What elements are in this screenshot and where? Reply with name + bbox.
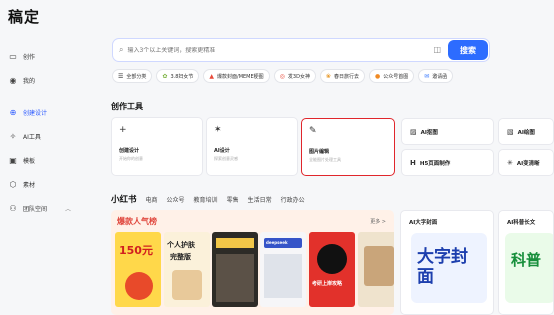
tool-card-h5[interactable]: H H5页面制作 xyxy=(401,149,494,176)
tab-daily-life[interactable]: 生活日常 xyxy=(248,195,272,204)
orange-icon: ● xyxy=(375,72,381,80)
envelope-icon: ✉ xyxy=(424,72,430,80)
tab-wechat[interactable]: 公众号 xyxy=(167,195,185,204)
sidebar-item-new-design[interactable]: ⊕ 创建设计 xyxy=(0,100,96,124)
menu-icon: ☰ xyxy=(118,72,124,80)
chip-3d-goddess[interactable]: ◎ 发3D女神 xyxy=(273,69,316,83)
photo-grid xyxy=(216,254,254,302)
sparkle-icon: ✳ xyxy=(507,158,513,167)
plus-icon: + xyxy=(119,125,127,135)
search-button[interactable]: 搜索 xyxy=(448,40,488,60)
cutout-icon: ▨ xyxy=(410,127,417,136)
tool-card-ai-enhance[interactable]: ✳ AI变清晰 xyxy=(498,149,554,176)
tab-office[interactable]: 行政办公 xyxy=(281,195,305,204)
title-strip xyxy=(216,238,254,248)
character-illustration xyxy=(125,272,153,300)
sidebar-item-materials[interactable]: ⬡ 素材 xyxy=(0,172,96,196)
sidebar-item-label: AI工具 xyxy=(23,133,41,141)
chip-meme-cover[interactable]: ▲ 爆款封面/MEME梗图 xyxy=(203,69,270,83)
template-icon: ▣ xyxy=(9,155,17,165)
cat-illustration xyxy=(317,244,347,274)
tool-card-ai-draw[interactable]: ▧ AI绘图 xyxy=(498,118,554,145)
user-icon: ◉ xyxy=(9,75,17,85)
ai-icon: ✧ xyxy=(9,131,17,141)
template-thumbnail[interactable]: 150元 xyxy=(115,232,161,307)
photo-block xyxy=(364,246,394,286)
flower-icon: ✿ xyxy=(162,72,168,80)
sidebar-item-label: 模板 xyxy=(23,157,36,165)
sidebar: ▭ 创作 ◉ 我的 ⊕ 创建设计 ✧ AI工具 ▣ 模板 ⬡ 素材 ⚇ 团队空间… xyxy=(0,44,96,220)
template-thumbnail[interactable]: 考研上岸攻略 xyxy=(309,232,355,307)
category-tabs: 小红书 电商 公众号 教育培训 零售 生活日常 行政办公 xyxy=(111,193,305,205)
content-block xyxy=(264,254,302,298)
tab-education[interactable]: 教育培训 xyxy=(194,195,218,204)
sidebar-item-label: 创建设计 xyxy=(23,109,48,117)
template-thumbnail[interactable]: 个人护肤 完整版 xyxy=(164,232,210,307)
sidebar-item-label: 创作 xyxy=(23,53,36,61)
target-icon: ◎ xyxy=(279,72,285,80)
paint-icon: ▧ xyxy=(507,127,514,136)
product-photo xyxy=(172,270,202,300)
sidebar-item-team-space[interactable]: ⚇ 团队空间 ︿ xyxy=(0,196,96,220)
tool-card-ai-design[interactable]: ✶ AI设计 探索创意灵感 xyxy=(206,117,298,176)
sidebar-item-create[interactable]: ▭ 创作 xyxy=(0,44,96,68)
ai-big-text-cover-card[interactable]: AI大字封面 大字封面 xyxy=(400,210,494,315)
sidebar-item-ai-tools[interactable]: ✧ AI工具 xyxy=(0,124,96,148)
magic-edit-icon: ✎ xyxy=(309,126,317,136)
ai-science-article-card[interactable]: AI科普长文 科普 xyxy=(498,210,554,315)
chip-womens-day[interactable]: ✿ 3.8妇女节 xyxy=(156,69,200,83)
chevron-up-icon: ︿ xyxy=(65,205,72,213)
tab-retail[interactable]: 零售 xyxy=(227,195,239,204)
team-icon: ⚇ xyxy=(9,203,17,213)
section-title-create-tools: 创作工具 xyxy=(111,102,143,111)
sidebar-item-label: 团队空间 xyxy=(23,205,48,213)
tab-ecommerce[interactable]: 电商 xyxy=(146,195,158,204)
chip-all-categories[interactable]: ☰ 全部分类 xyxy=(112,69,153,83)
material-icon: ⬡ xyxy=(9,179,17,189)
quick-tags: ☰ 全部分类 ✿ 3.8妇女节 ▲ 爆款封面/MEME梗图 ◎ 发3D女神 ❀ 春日旅行去… xyxy=(112,69,454,83)
tool-card-ai-cutout[interactable]: ▨ AI抠图 xyxy=(401,118,494,145)
more-link[interactable]: 更多 > xyxy=(370,218,386,225)
tool-card-create-design[interactable]: + 创建设计 开始你的创意 xyxy=(111,117,203,176)
sidebar-item-templates[interactable]: ▣ 模板 xyxy=(0,148,96,172)
leaf-icon: ❀ xyxy=(325,72,331,80)
app-logo[interactable]: 稿定 xyxy=(8,6,40,27)
chip-spring-travel[interactable]: ❀ 春日旅行去 xyxy=(319,69,365,83)
hot-ranking-banner[interactable]: 爆款人气榜 更多 > 150元 个人护肤 完整版 deepseek 考研上岸攻略 xyxy=(111,210,394,315)
search-icon: ⌕ xyxy=(119,45,124,54)
template-thumbnail[interactable] xyxy=(358,232,394,307)
template-thumbnail[interactable] xyxy=(212,232,258,307)
fire-icon: ▲ xyxy=(209,72,215,80)
banner-title: 爆款人气榜 xyxy=(117,217,157,226)
magic-wand-icon: ✶ xyxy=(214,125,222,135)
chip-wechat-cover[interactable]: ● 公众号首图 xyxy=(369,69,415,83)
chip-invitation[interactable]: ✉ 邀请函 xyxy=(418,69,454,83)
tool-card-image-edit[interactable]: ✎ 图片编辑 全能图片处理工具 xyxy=(301,118,395,176)
search-input[interactable] xyxy=(127,46,428,54)
h5-icon: H xyxy=(410,158,416,167)
sidebar-item-label: 我的 xyxy=(23,77,36,85)
search-bar: ⌕ ◫ 搜索 xyxy=(112,38,490,62)
template-thumbnail[interactable]: deepseek xyxy=(260,232,306,307)
tab-xiaohongshu[interactable]: 小红书 xyxy=(111,193,137,205)
sidebar-item-label: 素材 xyxy=(23,181,36,189)
sidebar-item-mine[interactable]: ◉ 我的 xyxy=(0,68,96,92)
camera-icon[interactable]: ◫ xyxy=(433,45,441,54)
plus-circle-icon: ⊕ xyxy=(9,107,17,117)
monitor-icon: ▭ xyxy=(9,51,17,61)
